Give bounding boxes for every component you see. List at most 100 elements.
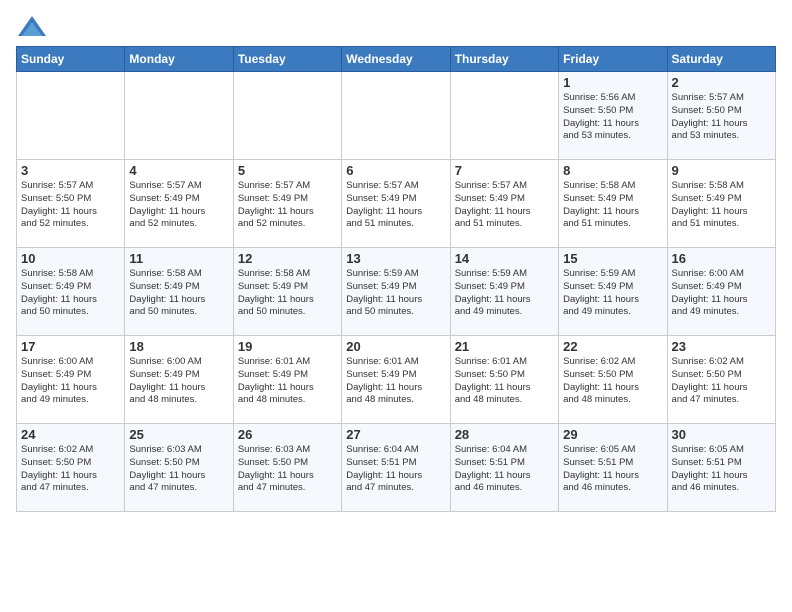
calendar-cell: 11 Sunrise: 5:58 AM Sunset: 5:49 PM Dayli… xyxy=(125,248,233,336)
weekday-header: Wednesday xyxy=(342,47,450,72)
day-number: 7 xyxy=(455,163,554,178)
day-info: Sunrise: 6:02 AM Sunset: 5:50 PM Dayligh… xyxy=(672,356,771,407)
day-info: Sunrise: 5:57 AM Sunset: 5:50 PM Dayligh… xyxy=(672,92,771,143)
day-number: 25 xyxy=(129,427,228,442)
day-info: Sunrise: 6:02 AM Sunset: 5:50 PM Dayligh… xyxy=(21,444,120,495)
day-number: 16 xyxy=(672,251,771,266)
day-number: 30 xyxy=(672,427,771,442)
calendar-cell xyxy=(125,72,233,160)
day-info: Sunrise: 5:58 AM Sunset: 5:49 PM Dayligh… xyxy=(21,268,120,319)
calendar-cell: 17 Sunrise: 6:00 AM Sunset: 5:49 PM Dayli… xyxy=(17,336,125,424)
day-info: Sunrise: 5:57 AM Sunset: 5:49 PM Dayligh… xyxy=(129,180,228,231)
day-info: Sunrise: 6:01 AM Sunset: 5:49 PM Dayligh… xyxy=(238,356,337,407)
calendar-week-row: 10 Sunrise: 5:58 AM Sunset: 5:49 PM Dayli… xyxy=(17,248,776,336)
day-info: Sunrise: 6:05 AM Sunset: 5:51 PM Dayligh… xyxy=(563,444,662,495)
day-info: Sunrise: 6:00 AM Sunset: 5:49 PM Dayligh… xyxy=(21,356,120,407)
calendar-cell xyxy=(17,72,125,160)
day-info: Sunrise: 6:00 AM Sunset: 5:49 PM Dayligh… xyxy=(672,268,771,319)
day-number: 14 xyxy=(455,251,554,266)
calendar-cell: 14 Sunrise: 5:59 AM Sunset: 5:49 PM Dayli… xyxy=(450,248,558,336)
day-info: Sunrise: 5:57 AM Sunset: 5:49 PM Dayligh… xyxy=(238,180,337,231)
calendar-cell: 20Sunrise: 6:01 AM Sunset: 5:49 PM Dayli… xyxy=(342,336,450,424)
calendar-cell: 21 Sunrise: 6:01 AM Sunset: 5:50 PM Dayli… xyxy=(450,336,558,424)
day-info: Sunrise: 5:57 AM Sunset: 5:49 PM Dayligh… xyxy=(455,180,554,231)
day-number: 3 xyxy=(21,163,120,178)
calendar-week-row: 1Sunrise: 5:56 AM Sunset: 5:50 PM Daylig… xyxy=(17,72,776,160)
day-info: Sunrise: 6:04 AM Sunset: 5:51 PM Dayligh… xyxy=(346,444,445,495)
calendar-cell: 8 Sunrise: 5:58 AM Sunset: 5:49 PM Daylig… xyxy=(559,160,667,248)
logo-icon xyxy=(18,16,46,36)
day-number: 22 xyxy=(563,339,662,354)
day-info: Sunrise: 6:03 AM Sunset: 5:50 PM Dayligh… xyxy=(238,444,337,495)
day-number: 10 xyxy=(21,251,120,266)
day-info: Sunrise: 6:03 AM Sunset: 5:50 PM Dayligh… xyxy=(129,444,228,495)
day-info: Sunrise: 5:59 AM Sunset: 5:49 PM Dayligh… xyxy=(346,268,445,319)
day-info: Sunrise: 6:05 AM Sunset: 5:51 PM Dayligh… xyxy=(672,444,771,495)
day-info: Sunrise: 5:59 AM Sunset: 5:49 PM Dayligh… xyxy=(455,268,554,319)
calendar-week-row: 3 Sunrise: 5:57 AM Sunset: 5:50 PM Daylig… xyxy=(17,160,776,248)
day-number: 8 xyxy=(563,163,662,178)
calendar-cell: 24 Sunrise: 6:02 AM Sunset: 5:50 PM Dayli… xyxy=(17,424,125,512)
day-number: 4 xyxy=(129,163,228,178)
day-number: 27 xyxy=(346,427,445,442)
calendar-cell: 30 Sunrise: 6:05 AM Sunset: 5:51 PM Dayli… xyxy=(667,424,775,512)
calendar-cell: 27 Sunrise: 6:04 AM Sunset: 5:51 PM Dayli… xyxy=(342,424,450,512)
calendar-cell: 2 Sunrise: 5:57 AM Sunset: 5:50 PM Daylig… xyxy=(667,72,775,160)
calendar-cell: 22 Sunrise: 6:02 AM Sunset: 5:50 PM Dayli… xyxy=(559,336,667,424)
calendar-week-row: 17 Sunrise: 6:00 AM Sunset: 5:49 PM Dayli… xyxy=(17,336,776,424)
day-number: 6 xyxy=(346,163,445,178)
calendar-cell: 19 Sunrise: 6:01 AM Sunset: 5:49 PM Dayli… xyxy=(233,336,341,424)
logo xyxy=(16,16,46,38)
day-info: Sunrise: 5:58 AM Sunset: 5:49 PM Dayligh… xyxy=(672,180,771,231)
day-number: 21 xyxy=(455,339,554,354)
calendar-cell: 23 Sunrise: 6:02 AM Sunset: 5:50 PM Dayli… xyxy=(667,336,775,424)
day-info: Sunrise: 6:01 AM Sunset: 5:50 PM Dayligh… xyxy=(455,356,554,407)
day-number: 17 xyxy=(21,339,120,354)
calendar-cell: 26 Sunrise: 6:03 AM Sunset: 5:50 PM Dayli… xyxy=(233,424,341,512)
day-number: 28 xyxy=(455,427,554,442)
day-number: 20 xyxy=(346,339,445,354)
day-number: 15 xyxy=(563,251,662,266)
day-info: Sunrise: 5:58 AM Sunset: 5:49 PM Dayligh… xyxy=(563,180,662,231)
calendar-week-row: 24 Sunrise: 6:02 AM Sunset: 5:50 PM Dayli… xyxy=(17,424,776,512)
calendar-header-row: SundayMondayTuesdayWednesdayThursdayFrid… xyxy=(17,47,776,72)
weekday-header: Sunday xyxy=(17,47,125,72)
day-info: Sunrise: 5:58 AM Sunset: 5:49 PM Dayligh… xyxy=(238,268,337,319)
day-info: Sunrise: 6:04 AM Sunset: 5:51 PM Dayligh… xyxy=(455,444,554,495)
weekday-header: Saturday xyxy=(667,47,775,72)
calendar-cell: 7 Sunrise: 5:57 AM Sunset: 5:49 PM Daylig… xyxy=(450,160,558,248)
calendar-cell: 5 Sunrise: 5:57 AM Sunset: 5:49 PM Daylig… xyxy=(233,160,341,248)
day-number: 29 xyxy=(563,427,662,442)
day-info: Sunrise: 6:00 AM Sunset: 5:49 PM Dayligh… xyxy=(129,356,228,407)
calendar-cell: 16 Sunrise: 6:00 AM Sunset: 5:49 PM Dayli… xyxy=(667,248,775,336)
calendar-cell xyxy=(450,72,558,160)
calendar-cell: 15 Sunrise: 5:59 AM Sunset: 5:49 PM Dayli… xyxy=(559,248,667,336)
day-number: 19 xyxy=(238,339,337,354)
calendar-cell xyxy=(233,72,341,160)
calendar-cell: 3 Sunrise: 5:57 AM Sunset: 5:50 PM Daylig… xyxy=(17,160,125,248)
calendar-table: SundayMondayTuesdayWednesdayThursdayFrid… xyxy=(16,46,776,512)
day-info: Sunrise: 5:58 AM Sunset: 5:49 PM Dayligh… xyxy=(129,268,228,319)
calendar-cell: 4 Sunrise: 5:57 AM Sunset: 5:49 PM Daylig… xyxy=(125,160,233,248)
calendar-cell: 18 Sunrise: 6:00 AM Sunset: 5:49 PM Dayli… xyxy=(125,336,233,424)
calendar-cell: 10 Sunrise: 5:58 AM Sunset: 5:49 PM Dayli… xyxy=(17,248,125,336)
day-number: 18 xyxy=(129,339,228,354)
day-number: 5 xyxy=(238,163,337,178)
day-number: 12 xyxy=(238,251,337,266)
day-number: 2 xyxy=(672,75,771,90)
calendar-cell: 29 Sunrise: 6:05 AM Sunset: 5:51 PM Dayli… xyxy=(559,424,667,512)
day-number: 11 xyxy=(129,251,228,266)
page-header xyxy=(16,16,776,38)
calendar-cell: 25 Sunrise: 6:03 AM Sunset: 5:50 PM Dayli… xyxy=(125,424,233,512)
day-info: Sunrise: 5:57 AM Sunset: 5:50 PM Dayligh… xyxy=(21,180,120,231)
day-number: 13 xyxy=(346,251,445,266)
day-number: 24 xyxy=(21,427,120,442)
weekday-header: Monday xyxy=(125,47,233,72)
weekday-header: Thursday xyxy=(450,47,558,72)
day-number: 26 xyxy=(238,427,337,442)
day-info: Sunrise: 6:02 AM Sunset: 5:50 PM Dayligh… xyxy=(563,356,662,407)
calendar-cell xyxy=(342,72,450,160)
day-info: Sunrise: 5:59 AM Sunset: 5:49 PM Dayligh… xyxy=(563,268,662,319)
day-info: Sunrise: 5:57 AM Sunset: 5:49 PM Dayligh… xyxy=(346,180,445,231)
day-number: 23 xyxy=(672,339,771,354)
